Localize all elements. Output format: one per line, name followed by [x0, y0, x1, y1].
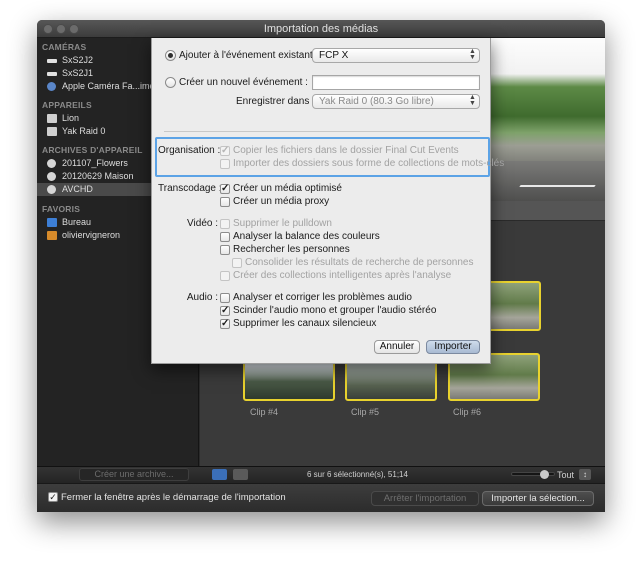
add-existing-label: Ajouter à l'événement existant :	[179, 50, 319, 61]
selection-status: 6 sur 6 sélectionné(s), 51;14	[307, 470, 408, 479]
import-folders-checkbox[interactable]	[220, 159, 230, 169]
separator	[164, 131, 480, 132]
camera-icon	[47, 59, 57, 63]
sidebar-item-label: AVCHD	[62, 184, 93, 194]
remove-pulldown-label: Supprimer le pulldown	[233, 218, 332, 229]
optimized-media-label: Créer un média optimisé	[233, 183, 342, 194]
analyze-audio-label: Analyser et corriger les problèmes audio	[233, 292, 412, 303]
import-footer: ✓ Fermer la fenêtre après le démarrage d…	[37, 483, 605, 512]
sidebar-item-label: Yak Raid 0	[62, 126, 106, 136]
camera-icon	[47, 72, 57, 76]
import-options-sheet: Ajouter à l'événement existant : FCP X ▲…	[151, 38, 504, 364]
sidebar-item-label: oliviervigneron	[62, 230, 121, 240]
import-selection-button[interactable]: Importer la sélection...	[482, 491, 594, 506]
browser-bottom-bar: Créer une archive... 6 sur 6 sélectionné…	[37, 466, 605, 483]
audio-label: Audio :	[186, 292, 218, 303]
zoom-all-label: Tout	[557, 470, 575, 480]
save-in-value: Yak Raid 0 (80.3 Go libre)	[319, 96, 434, 107]
consolidate-results-label: Consolider les résultats de recherche de…	[245, 257, 474, 268]
cancel-button[interactable]: Annuler	[374, 340, 420, 354]
archive-icon	[47, 159, 56, 168]
clip-label: Clip #4	[250, 407, 279, 417]
sidebar-item-label: Lion	[62, 113, 80, 123]
find-people-label: Rechercher les personnes	[233, 244, 350, 255]
preview-road-marking	[519, 185, 596, 187]
sidebar-item-label: SxS2J1	[62, 68, 94, 78]
separate-mono-label: Scinder l'audio mono et grouper l'audio …	[233, 305, 437, 316]
sidebar-item-label: Bureau	[62, 217, 92, 227]
zoom-slider-knob[interactable]	[540, 470, 549, 479]
archive-icon	[47, 185, 56, 194]
existing-event-popup[interactable]: FCP X ▲ ▼	[312, 48, 480, 63]
disk-icon	[47, 114, 57, 123]
save-in-label: Enregistrer dans :	[236, 96, 315, 107]
find-people-checkbox[interactable]	[220, 245, 230, 255]
section-header-favorites: FAVORIS	[42, 204, 81, 214]
filmstrip-view-icon[interactable]	[212, 469, 227, 480]
remove-silent-checkbox[interactable]: ✓	[220, 319, 230, 329]
optimized-media-checkbox[interactable]: ✓	[220, 184, 230, 194]
create-new-event-label: Créer un nouvel événement :	[179, 77, 308, 88]
create-new-event-radio[interactable]	[165, 77, 176, 88]
proxy-media-label: Créer un média proxy	[233, 196, 330, 207]
organisation-label: Organisation :	[158, 145, 221, 156]
existing-event-value: FCP X	[319, 50, 349, 61]
section-header-archives: ARCHIVES D'APPAREIL	[42, 145, 143, 155]
zoom-slider[interactable]	[511, 470, 555, 479]
clip-thumbnail[interactable]	[485, 281, 541, 331]
popup-arrows-icon: ▲ ▼	[469, 94, 476, 107]
clip-preview	[490, 38, 605, 201]
section-header-cameras: CAMÉRAS	[42, 42, 87, 52]
smart-collections-checkbox[interactable]	[220, 271, 230, 281]
close-window-checkbox[interactable]: ✓	[48, 492, 58, 502]
clip-label: Clip #6	[453, 407, 482, 417]
analyze-audio-checkbox[interactable]	[220, 293, 230, 303]
transcoding-label: Transcodage :	[158, 183, 222, 194]
clip-settings-icon[interactable]: ↕	[579, 469, 591, 480]
disk-icon	[47, 127, 57, 136]
sidebar-item-label: 201107_Flowers	[62, 158, 128, 168]
sidebar-item-label: 20120629 Maison	[62, 171, 134, 181]
popup-arrows-icon: ▲ ▼	[469, 48, 476, 61]
new-event-name-field[interactable]	[312, 75, 480, 90]
sidebar-item-label: Apple Caméra Fa...ime H	[62, 81, 164, 91]
create-archive-button[interactable]: Créer une archive...	[79, 468, 189, 481]
clip-label: Clip #5	[351, 407, 380, 417]
consolidate-results-checkbox[interactable]	[232, 258, 242, 268]
archive-icon	[47, 172, 56, 181]
list-view-icon[interactable]	[233, 469, 248, 480]
organisation-highlight-box	[155, 137, 490, 177]
copy-files-label: Copier les fichiers dans le dossier Fina…	[233, 145, 459, 156]
save-in-popup[interactable]: Yak Raid 0 (80.3 Go libre) ▲ ▼	[312, 94, 480, 109]
remove-silent-label: Supprimer les canaux silencieux	[233, 318, 377, 329]
import-folders-label: Importer des dossiers sous forme de coll…	[233, 158, 505, 169]
smart-collections-label: Créer des collections intelligentes aprè…	[233, 270, 452, 281]
add-existing-radio[interactable]	[165, 50, 176, 61]
folder-icon	[47, 218, 57, 227]
facetime-camera-icon	[47, 82, 56, 91]
copy-files-checkbox[interactable]: ✓	[220, 146, 230, 156]
remove-pulldown-checkbox[interactable]	[220, 219, 230, 229]
close-window-label: Fermer la fenêtre après le démarrage de …	[61, 492, 286, 503]
home-icon	[47, 231, 57, 240]
separate-mono-checkbox[interactable]: ✓	[220, 306, 230, 316]
import-button[interactable]: Importer	[426, 340, 480, 354]
color-balance-checkbox[interactable]	[220, 232, 230, 242]
color-balance-label: Analyser la balance des couleurs	[233, 231, 380, 242]
window-title: Importation des médias	[263, 23, 379, 35]
video-label: Vidéo :	[187, 218, 218, 229]
proxy-media-checkbox[interactable]	[220, 197, 230, 207]
section-header-devices: APPAREILS	[42, 100, 92, 110]
preview-road	[490, 161, 605, 201]
title-bar[interactable]: Importation des médias	[37, 20, 605, 38]
stop-import-button[interactable]: Arrêter l'importation	[371, 491, 479, 506]
sidebar-item-label: SxS2J2	[62, 55, 94, 65]
